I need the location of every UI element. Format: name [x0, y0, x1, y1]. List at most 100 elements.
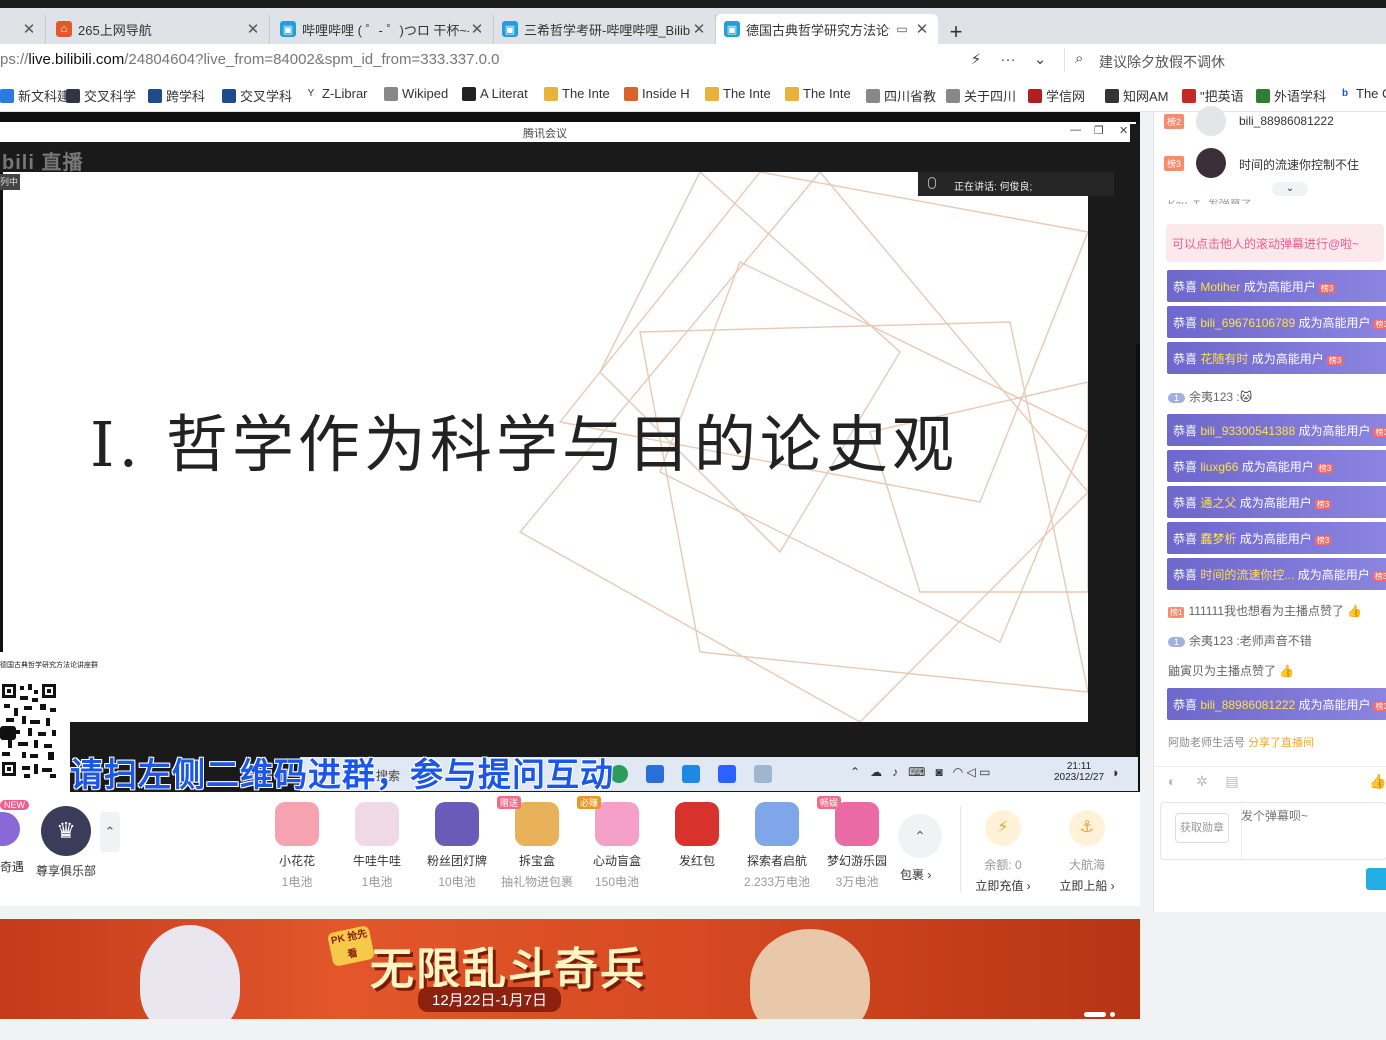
bookmark-item[interactable]: Y Z-Librar [304, 86, 368, 101]
security-icon[interactable]: ◙ [935, 765, 942, 779]
chevron-up-icon[interactable]: ⌃ [850, 765, 860, 779]
gift-item[interactable]: 必赚 心动盲盒 150电池 [577, 796, 657, 890]
gift-item[interactable]: 小花花 1电池 [257, 802, 337, 890]
send-button[interactable] [1366, 868, 1386, 890]
carousel-dot[interactable] [1110, 1012, 1115, 1017]
gift-item[interactable]: 赠送 拆宝盒 抽礼物进包裹 [497, 796, 577, 890]
new-tab-button[interactable]: + [943, 20, 969, 46]
congrats-user[interactable]: bili_88986081222 [1200, 698, 1295, 712]
mail-icon[interactable] [682, 765, 700, 783]
ad-badge: PK 抢先看 [326, 925, 376, 967]
store-icon[interactable] [646, 765, 664, 783]
bookmark-item[interactable]: 知网AM [1105, 86, 1169, 105]
chevron-up-icon[interactable]: ⌃ [898, 814, 942, 858]
bookmark-item[interactable]: 外语学科 [1256, 86, 1326, 105]
congrats-user[interactable]: bili_69676106789 [1200, 316, 1295, 330]
chevron-up-icon[interactable]: ⌃ [100, 812, 120, 852]
restore-icon[interactable]: ❐ [1094, 124, 1104, 137]
battery-icon[interactable]: ▭ [979, 765, 990, 779]
close-icon[interactable]: ✕ [691, 20, 707, 38]
url-field[interactable]: ps://live.bilibili.com/24804604?live_fro… [0, 51, 500, 68]
close-icon[interactable]: ✕ [1119, 124, 1128, 137]
gift-item[interactable]: 畅娱 梦幻游乐园 3万电池 [817, 796, 897, 890]
wallet-entry[interactable]: ⚡ 余额: 0 立即充值 › [968, 810, 1038, 894]
recharge-link[interactable]: 立即充值 › [968, 877, 1038, 894]
chat-user[interactable]: 余夷123 : [1189, 634, 1240, 648]
congrats-user[interactable]: 花随有时 [1200, 352, 1248, 366]
fan-light-icon [435, 802, 479, 846]
minimize-icon[interactable]: — [1070, 124, 1081, 136]
close-icon[interactable]: ✕ [914, 20, 930, 38]
chevron-down-icon[interactable]: ⌄ [1030, 50, 1050, 70]
bookmark-item[interactable]: The Inte [785, 86, 851, 101]
share-user[interactable]: 阿勋老师生活号 [1168, 737, 1245, 749]
video-player[interactable]: 腾讯会议 — ❐ ✕ bili 直播 Ⅰ. 哲学作为科学与目的论史观 列中 正在… [0, 112, 1140, 793]
bookmark-item[interactable]: 关于四川 [946, 86, 1016, 105]
wifi-icon[interactable]: ◠ [953, 765, 963, 779]
club-entry[interactable]: ♛ 尊享俱乐部 [34, 806, 98, 879]
app-icon[interactable] [754, 765, 772, 783]
medal-badge: 榜3 [1316, 464, 1334, 473]
tab-265[interactable]: ⌂ 265上网导航 ✕ [48, 14, 270, 44]
more-icon[interactable]: ··· [998, 50, 1018, 70]
bookmark-item[interactable]: "把英语 [1182, 86, 1244, 105]
pack-button[interactable]: 包裹 › [900, 866, 931, 883]
pip-icon[interactable]: ▭ [890, 22, 914, 36]
captain-entry[interactable]: ⚓ 大航海 立即上船 › [1052, 810, 1122, 894]
bookmark-item[interactable]: The Inte [544, 86, 610, 101]
congrats-user[interactable]: 通之父 [1200, 496, 1236, 510]
chat-user[interactable]: 余夷123 : [1189, 390, 1240, 404]
bookmark-item[interactable]: Inside H [624, 86, 690, 101]
tab-sanxi[interactable]: ▣ 三希哲学考研-哔哩哔哩_Bilibili ✕ [494, 14, 716, 44]
taskbar-clock[interactable]: 21:11 2023/12/27 [1054, 761, 1104, 783]
thumbs-up-icon[interactable]: 👍 [1368, 773, 1386, 791]
bookmark-item[interactable]: The Inte [705, 86, 771, 101]
close-icon[interactable]: ✕ [469, 20, 485, 38]
bookmark-item[interactable]: Wikiped [384, 86, 448, 101]
chat-input[interactable] [1241, 809, 1381, 823]
bookmark-item[interactable]: 交叉科学 [66, 86, 136, 105]
rank-row[interactable]: 榜3 时间的流速你控制不住 [1164, 146, 1386, 182]
meeting-app-icon[interactable] [718, 765, 736, 783]
board-link[interactable]: 立即上船 › [1052, 877, 1122, 894]
microphone-icon[interactable]: ♪ [892, 765, 898, 779]
tab-bilibili[interactable]: ▣ 哔哩哔哩 ( ゜- ゜)つロ 干杯~-bi ✕ [272, 14, 494, 44]
palette-icon[interactable]: ◐ [1162, 773, 1182, 791]
gift-item[interactable]: 探索者启航 2.233万电池 [737, 802, 817, 890]
bookmark-item[interactable]: 跨学科 [148, 86, 205, 105]
close-icon[interactable]: ✕ [21, 20, 37, 38]
gift-item[interactable]: 牛哇牛哇 1电池 [337, 802, 417, 890]
gift-item[interactable]: 发红包 [657, 802, 737, 869]
congrats-user[interactable]: 时间的流速你控... [1200, 568, 1294, 582]
language-icon[interactable]: ⌨ [908, 765, 925, 779]
cloud-icon[interactable]: ☁ [870, 765, 882, 779]
bookmark-item[interactable]: b The C [1338, 86, 1386, 101]
congrats-user[interactable]: Motiher [1200, 280, 1240, 294]
carousel-dots[interactable] [1084, 1005, 1119, 1019]
bookmark-item[interactable]: 四川省教 [866, 86, 936, 105]
settings-icon[interactable]: ✲ [1192, 773, 1212, 791]
bookmark-item[interactable]: 学信网 [1028, 86, 1085, 105]
rank-row[interactable]: 榜2 bili_88986081222 [1164, 104, 1386, 140]
bookmark-item[interactable]: 交叉学科 [222, 86, 292, 105]
tab-active-live[interactable]: ▣ 德国古典哲学研究方法论讲 ▭ ✕ [716, 14, 938, 44]
bookmark-item[interactable]: 新文科建 [0, 86, 70, 105]
tab-0[interactable]: ✕ [0, 14, 46, 44]
chevron-down-icon[interactable]: ⌄ [1272, 182, 1308, 196]
congrats-user[interactable]: liuxg66 [1200, 460, 1238, 474]
qiyu-entry[interactable]: NEW 奇遇 [0, 800, 29, 875]
get-medal-button[interactable]: 获取勋章 [1175, 813, 1229, 843]
ad-banner[interactable]: PK 抢先看 无限乱斗奇兵 12月22日-1月7日 [0, 919, 1140, 1019]
carousel-dot[interactable] [1084, 1012, 1106, 1017]
gift-item[interactable]: 粉丝团灯牌 10电池 [417, 802, 497, 890]
search-box[interactable]: ⌕ 建议除夕放假不调休 [1064, 48, 1386, 72]
close-icon[interactable]: ✕ [245, 20, 261, 38]
notification-icon[interactable]: ◗ [1112, 765, 1120, 780]
congrats-user[interactable]: 蠢梦析 [1200, 532, 1236, 546]
bookmark-item[interactable]: A Literat [462, 86, 528, 101]
congrats-user[interactable]: bili_93300541388 [1200, 424, 1295, 438]
volume-icon[interactable]: ◁ [967, 765, 976, 779]
lightning-icon[interactable]: ⚡ [966, 50, 986, 70]
scrollbar[interactable] [1130, 124, 1140, 344]
list-icon[interactable]: ▤ [1222, 773, 1242, 791]
